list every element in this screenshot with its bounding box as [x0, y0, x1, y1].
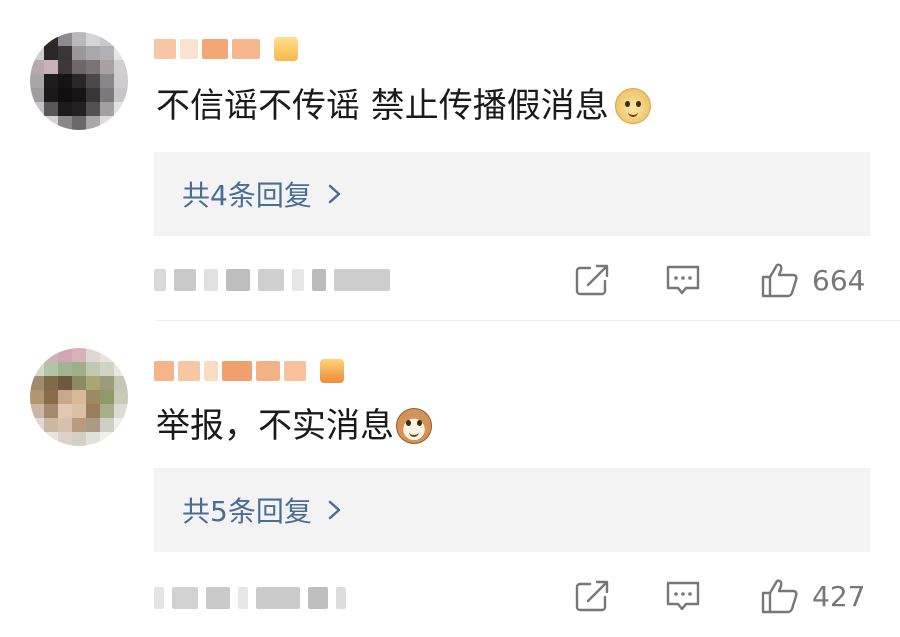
comment-actions: 427 [574, 576, 874, 616]
comment-icon [666, 581, 700, 611]
like-button[interactable]: 664 [760, 261, 865, 299]
avatar[interactable] [30, 32, 128, 130]
comment-text: 举报，不实消息 [156, 404, 432, 448]
comment-actions: 664 [574, 260, 874, 300]
divider [156, 320, 900, 321]
comment-button[interactable] [664, 579, 702, 613]
username-blurred[interactable] [154, 34, 298, 64]
cat-emoji [396, 408, 432, 444]
chevron-right-icon [328, 184, 341, 204]
replies-label: 共5条回复 [182, 495, 312, 528]
thumbs-up-icon [761, 579, 798, 614]
share-button[interactable] [574, 263, 612, 297]
comment-text: 不信谣不传谣 禁止传播假消息 [156, 84, 651, 128]
replies-button[interactable]: 共5条回复 [154, 468, 870, 552]
replies-button[interactable]: 共4条回复 [154, 152, 870, 236]
chevron-right-icon [328, 500, 341, 520]
timestamp-source-blurred [154, 580, 346, 616]
comment-icon [666, 265, 700, 295]
comment-button[interactable] [664, 263, 702, 297]
replies-label: 共4条回复 [182, 179, 312, 212]
like-button[interactable]: 427 [760, 577, 865, 615]
member-badge [320, 359, 344, 383]
doge-emoji [614, 88, 651, 124]
share-button[interactable] [574, 579, 612, 613]
member-badge [274, 37, 298, 61]
timestamp-source-blurred [154, 262, 390, 298]
share-icon [575, 264, 609, 296]
like-count: 427 [812, 579, 866, 613]
thumbs-up-icon [761, 263, 798, 298]
share-icon [575, 580, 609, 612]
like-count: 664 [812, 263, 866, 297]
avatar[interactable] [30, 348, 128, 446]
username-blurred[interactable] [154, 356, 344, 386]
